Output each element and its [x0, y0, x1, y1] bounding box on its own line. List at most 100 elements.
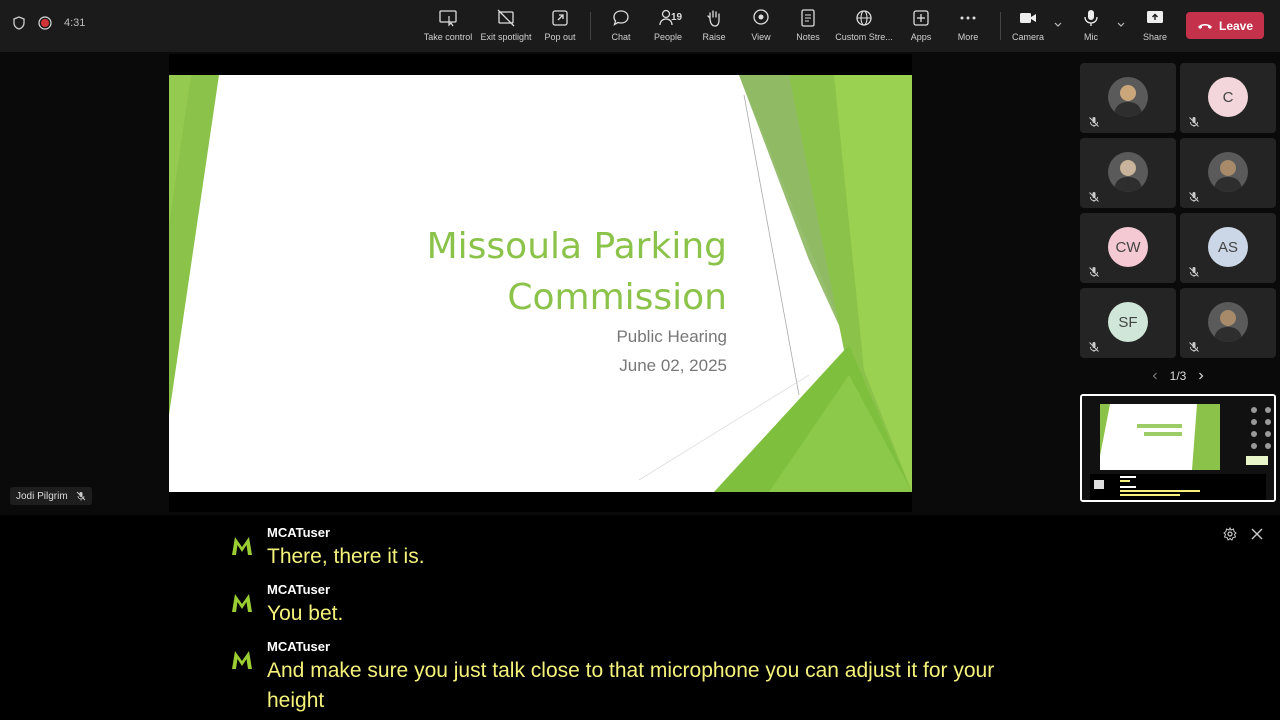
- mic-muted-icon: [1188, 340, 1200, 352]
- meeting-status: 4:31: [12, 16, 85, 30]
- participant-tile[interactable]: AS: [1180, 213, 1276, 283]
- speaker-logo-icon: [232, 651, 252, 669]
- pager-label: 1/3: [1169, 369, 1187, 383]
- chat-label: Chat: [611, 32, 631, 42]
- caption-text: There, there it is.: [267, 545, 425, 568]
- camera-label: Camera: [1011, 32, 1044, 42]
- notes-button[interactable]: Notes: [780, 8, 836, 48]
- globe-icon: [856, 10, 872, 26]
- share-button[interactable]: Share: [1127, 8, 1183, 48]
- participant-tile[interactable]: SF: [1080, 288, 1176, 358]
- gallery-pager: 1/3: [1150, 369, 1206, 383]
- chevron-right-icon[interactable]: [1196, 371, 1206, 381]
- mic-muted-icon: [1088, 265, 1100, 277]
- leave-label: Leave: [1218, 18, 1254, 33]
- more-label: More: [957, 32, 979, 42]
- phone-hangup-icon: [1197, 23, 1212, 29]
- participant-initials-avatar: C: [1208, 77, 1248, 117]
- participant-tile[interactable]: CW: [1080, 213, 1176, 283]
- hand-icon: [707, 10, 720, 27]
- custom-streaming-label: Custom Stre...: [835, 32, 893, 42]
- raise-label: Raise: [702, 32, 726, 42]
- slide-title: Missoula Parking Commission: [427, 221, 727, 323]
- shield-icon: [13, 16, 25, 30]
- take-control-button[interactable]: Take control: [420, 8, 476, 48]
- participant-tile[interactable]: [1180, 288, 1276, 358]
- view-icon: [753, 9, 769, 25]
- take-control-icon: [439, 10, 457, 27]
- participant-initials-avatar: AS: [1208, 227, 1248, 267]
- pop-out-label: Pop out: [544, 32, 576, 42]
- microphone-icon: [1084, 10, 1098, 26]
- slide-subtitle: Public Hearing: [616, 327, 727, 346]
- self-view-preview[interactable]: [1080, 394, 1276, 502]
- participant-photo-avatar: [1108, 152, 1148, 192]
- preview-thumbnail: [1082, 396, 1274, 500]
- participant-photo-avatar: [1108, 77, 1148, 117]
- slide-title-line-2: Commission: [507, 277, 727, 318]
- participant-photo-avatar: [1208, 302, 1248, 342]
- participant-tile[interactable]: [1080, 138, 1176, 208]
- leave-button[interactable]: Leave: [1186, 12, 1264, 39]
- mic-muted-icon: [76, 491, 86, 501]
- people-count-badge: 19: [671, 12, 683, 23]
- camera-button[interactable]: Camera: [1000, 8, 1056, 48]
- recording-icon: [38, 16, 52, 30]
- chat-icon: [613, 10, 629, 26]
- caption-text: And make sure you just talk close to tha…: [267, 659, 995, 712]
- mic-muted-icon: [1188, 190, 1200, 202]
- participant-initials-avatar: SF: [1108, 302, 1148, 342]
- take-control-label: Take control: [423, 32, 473, 42]
- more-dots-icon: [960, 16, 976, 20]
- close-captions-icon[interactable]: [1250, 527, 1264, 541]
- add-app-icon: [913, 10, 929, 26]
- mic-muted-icon: [1188, 115, 1200, 127]
- custom-streaming-button[interactable]: Custom Stre...: [833, 8, 895, 48]
- caption-text: You bet.: [267, 602, 344, 625]
- share-label: Share: [1142, 32, 1168, 42]
- speaker-logo-icon: [232, 537, 252, 555]
- participant-photo-avatar: [1208, 152, 1248, 192]
- exit-spotlight-label: Exit spotlight: [480, 32, 532, 42]
- participant-tile[interactable]: [1080, 63, 1176, 133]
- mic-muted-icon: [1088, 115, 1100, 127]
- participant-initials-avatar: CW: [1108, 227, 1148, 267]
- chevron-left-icon[interactable]: [1150, 371, 1160, 381]
- presenter-name-tag: Jodi Pilgrim: [10, 487, 92, 505]
- participant-tile[interactable]: [1180, 138, 1276, 208]
- presenter-name: Jodi Pilgrim: [16, 490, 68, 502]
- chevron-down-icon[interactable]: [1116, 20, 1126, 30]
- participant-tile[interactable]: C: [1180, 63, 1276, 133]
- share-icon: [1147, 11, 1163, 23]
- exit-spotlight-icon: [497, 9, 515, 27]
- mic-button[interactable]: Mic: [1063, 8, 1119, 48]
- chevron-down-icon[interactable]: [1053, 20, 1063, 30]
- mic-muted-icon: [1188, 265, 1200, 277]
- live-captions-panel: MCATuser There, there it is. MCATuser You b…: [0, 515, 1280, 720]
- caption-speaker: MCATuser: [267, 639, 331, 654]
- meeting-timer: 4:31: [64, 17, 86, 29]
- mic-muted-icon: [1088, 340, 1100, 352]
- notes-label: Notes: [796, 32, 820, 42]
- camera-icon: [1020, 13, 1036, 23]
- meeting-toolbar: 4:31 Take control Exit spotlight Pop out…: [0, 0, 1280, 52]
- presentation-slide: Missoula Parking Commission Public Heari…: [169, 75, 912, 492]
- notes-icon: [801, 9, 815, 27]
- toolbar-divider: [590, 12, 591, 40]
- pop-out-icon: [552, 10, 568, 26]
- slide-date: June 02, 2025: [619, 356, 727, 375]
- view-label: View: [751, 32, 771, 42]
- speaker-logo-icon: [232, 594, 252, 612]
- mic-muted-icon: [1088, 190, 1100, 202]
- caption-speaker: MCATuser: [267, 582, 331, 597]
- caption-speaker: MCATuser: [267, 525, 331, 540]
- slide-title-line-1: Missoula Parking: [426, 226, 727, 267]
- more-button[interactable]: More: [940, 8, 996, 48]
- exit-spotlight-button[interactable]: Exit spotlight: [478, 8, 534, 48]
- shared-content-stage: Missoula Parking Commission Public Heari…: [169, 54, 912, 512]
- apps-label: Apps: [910, 32, 932, 42]
- people-label: People: [653, 32, 683, 42]
- caption-settings-gear-icon[interactable]: [1223, 527, 1237, 541]
- pop-out-button[interactable]: Pop out: [532, 8, 588, 48]
- mic-label: Mic: [1084, 32, 1098, 42]
